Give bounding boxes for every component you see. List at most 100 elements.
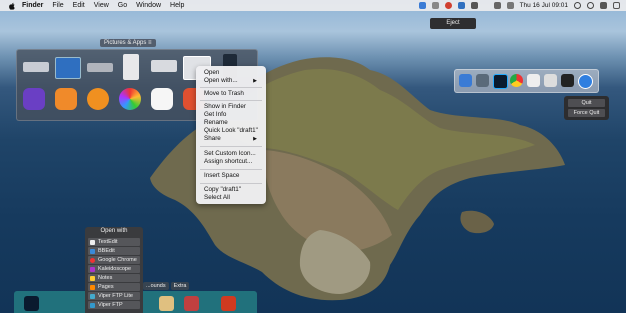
apple-menu-icon[interactable] xyxy=(8,2,16,10)
app-shelf xyxy=(454,69,599,93)
app-icon[interactable] xyxy=(476,74,489,87)
app-name: Viper FTP xyxy=(98,302,123,308)
shelf-tabs: ...ounds Extra xyxy=(143,282,191,290)
separator xyxy=(200,100,262,101)
ctx-open-with-label: Open with... xyxy=(204,77,238,84)
eject-tooltip: Eject xyxy=(430,18,476,29)
menu-bar: Finder File Edit View Go Window Help Thu… xyxy=(0,0,626,11)
notes-icon xyxy=(90,275,95,281)
app-icon-5[interactable] xyxy=(151,88,173,110)
finder-icon[interactable] xyxy=(459,74,472,87)
wifi-icon[interactable] xyxy=(574,2,581,9)
ctx-assign-shortcut[interactable]: Assign shortcut... xyxy=(204,158,262,166)
ctx-rename[interactable]: Rename xyxy=(204,119,262,127)
context-menu: Open Open with... ▶ Move to Trash Show in… xyxy=(196,66,266,204)
ctx-open[interactable]: Open xyxy=(204,69,262,77)
ctx-move-to-trash[interactable]: Move to Trash xyxy=(204,90,262,98)
textedit-icon[interactable] xyxy=(527,74,540,87)
app-icon[interactable] xyxy=(221,296,236,311)
ctx-get-info[interactable]: Get Info xyxy=(204,111,262,119)
ctx-copy[interactable]: Copy "draft1" xyxy=(204,186,262,194)
ctx-share-label: Share xyxy=(204,135,221,142)
separator xyxy=(200,87,262,88)
clock[interactable]: Thu 16 Jul 09:01 xyxy=(520,2,568,9)
ctx-show-in-finder[interactable]: Show in Finder xyxy=(204,103,262,111)
books-icon[interactable] xyxy=(87,88,109,110)
thumbnail-4[interactable] xyxy=(123,54,139,80)
app-icon[interactable] xyxy=(561,74,574,87)
pages-icon xyxy=(90,284,95,290)
volume-icon[interactable] xyxy=(506,2,514,9)
menu-window[interactable]: Window xyxy=(136,2,161,9)
menu-help[interactable]: Help xyxy=(170,2,184,9)
submenu-arrow-icon: ▶ xyxy=(253,78,257,84)
safari-icon[interactable] xyxy=(578,74,593,89)
menu-view[interactable]: View xyxy=(94,2,109,9)
viper-ftp-lite-icon xyxy=(90,293,95,299)
app-name: Kaleidoscope xyxy=(98,266,132,272)
menu-edit[interactable]: Edit xyxy=(73,2,85,9)
open-with-item[interactable]: Kaleidoscope xyxy=(88,265,140,273)
record-icon[interactable] xyxy=(444,2,452,9)
app-name: Google Chrome xyxy=(98,257,137,263)
imovie-icon[interactable] xyxy=(23,88,45,110)
menu-file[interactable]: File xyxy=(52,2,63,9)
open-with-item[interactable]: Notes xyxy=(88,274,140,282)
bbedit-icon xyxy=(90,248,95,254)
thumbnail-selected[interactable] xyxy=(55,57,81,79)
dropbox-icon[interactable] xyxy=(418,2,426,9)
menu-finder[interactable]: Finder xyxy=(22,2,43,9)
tab-sounds[interactable]: ...ounds xyxy=(143,282,169,290)
photoshop-icon[interactable] xyxy=(493,74,508,89)
force-quit-button[interactable]: Force Quit xyxy=(568,109,605,117)
open-with-item[interactable]: Viper FTP Lite xyxy=(88,292,140,300)
app-name: Pages xyxy=(98,284,114,290)
thumbnail-3[interactable] xyxy=(87,63,113,72)
open-with-item[interactable]: Pages xyxy=(88,283,140,291)
notification-center-icon[interactable] xyxy=(613,2,620,9)
chrome-icon[interactable] xyxy=(510,74,523,87)
tab-extra[interactable]: Extra xyxy=(170,282,190,290)
status-area: Thu 16 Jul 09:01 xyxy=(418,0,620,11)
menu-go[interactable]: Go xyxy=(118,2,127,9)
photoshop-icon[interactable] xyxy=(24,296,39,311)
ctx-set-custom-icon[interactable]: Set Custom Icon... xyxy=(204,150,262,158)
quit-menu: Quit Force Quit xyxy=(564,96,609,120)
thumbnail-5[interactable] xyxy=(151,60,177,72)
panel-title-text: Pictures & Apps xyxy=(104,40,147,46)
textedit-icon xyxy=(90,239,95,245)
viper-ftp-icon xyxy=(90,302,95,308)
submenu-arrow-icon: ▶ xyxy=(253,136,257,142)
open-with-item[interactable]: TextEdit xyxy=(88,238,140,246)
separator xyxy=(200,169,262,170)
photos-icon[interactable] xyxy=(119,88,141,110)
eject-drive-icon[interactable] xyxy=(470,2,478,9)
app-icon[interactable] xyxy=(544,74,557,87)
app-status-icon[interactable] xyxy=(457,2,465,9)
ctx-select-all[interactable]: Select All xyxy=(204,194,262,202)
app-name: Viper FTP Lite xyxy=(98,293,133,299)
home-icon[interactable] xyxy=(55,88,77,110)
open-with-item[interactable]: Google Chrome xyxy=(88,256,140,264)
app-name: TextEdit xyxy=(98,239,118,245)
search-icon[interactable] xyxy=(587,2,594,9)
menu-extra-icon[interactable] xyxy=(431,2,439,9)
separator xyxy=(200,146,262,147)
app-icon[interactable] xyxy=(159,296,174,311)
app-name: BBEdit xyxy=(98,248,115,254)
ctx-share[interactable]: Share ▶ xyxy=(204,135,262,143)
control-center-icon[interactable] xyxy=(600,2,607,9)
open-with-item[interactable]: BBEdit xyxy=(88,247,140,255)
display-icon[interactable] xyxy=(493,2,501,9)
open-with-item[interactable]: Viper FTP xyxy=(88,301,140,309)
panel-title: Pictures & Apps ≡ xyxy=(100,39,156,47)
thumbnail-1[interactable] xyxy=(23,62,49,72)
app-name: Notes xyxy=(98,275,113,281)
ctx-open-with[interactable]: Open with... ▶ xyxy=(204,77,262,85)
chrome-icon xyxy=(90,257,95,263)
ctx-quick-look[interactable]: Quick Look "draft1" xyxy=(204,127,262,135)
quit-button[interactable]: Quit xyxy=(568,99,605,107)
ctx-insert-space[interactable]: Insert Space xyxy=(204,172,262,180)
app-icon[interactable] xyxy=(184,296,199,311)
kaleidoscope-icon xyxy=(90,266,95,272)
